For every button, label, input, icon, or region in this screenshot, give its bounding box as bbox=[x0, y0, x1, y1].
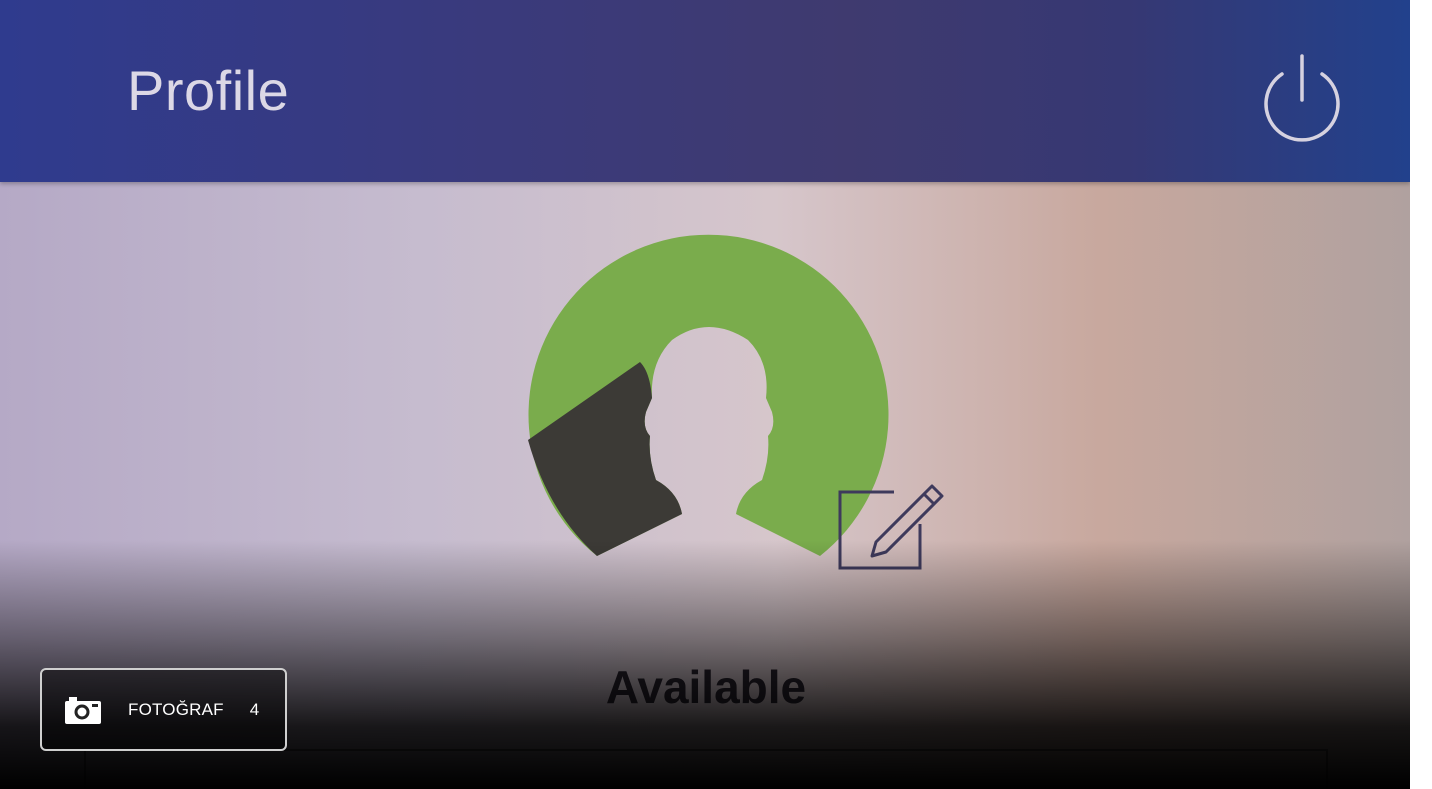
photo-count: 4 bbox=[249, 699, 260, 719]
page-title: Profile bbox=[127, 59, 290, 122]
table-frame bbox=[84, 749, 1328, 789]
photo-label: FOTOĞRAF bbox=[128, 699, 224, 719]
edit-pencil-icon[interactable] bbox=[832, 476, 948, 572]
photo-count-badge[interactable]: FOTOĞRAF 4 bbox=[40, 668, 287, 751]
status-text: Available bbox=[605, 661, 807, 713]
power-icon[interactable] bbox=[1252, 50, 1352, 150]
app-bar: Profile bbox=[0, 0, 1410, 182]
camera-icon bbox=[65, 696, 101, 724]
